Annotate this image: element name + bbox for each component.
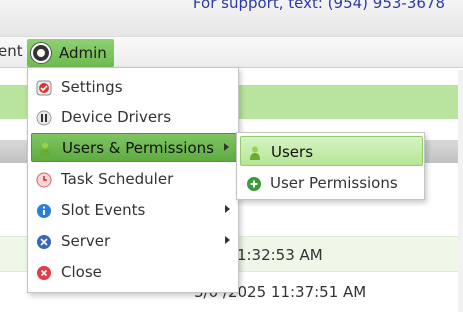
- top-header: For support, text: (954) 953-3678: [0, 0, 463, 36]
- info-icon: [37, 204, 51, 218]
- menu-item-server[interactable]: Server: [31, 227, 237, 256]
- close-icon: [37, 266, 51, 280]
- gear-icon: [31, 43, 51, 63]
- menubar-item-admin[interactable]: Admin: [27, 39, 114, 67]
- menu-item-label: Slot Events: [61, 201, 146, 219]
- chevron-right-icon: [225, 205, 230, 213]
- menu-item-label: Close: [61, 263, 102, 281]
- menu-item-label: Device Drivers: [61, 108, 172, 126]
- submenu-item-label: Users: [271, 143, 314, 161]
- submenu-item-user-permissions[interactable]: User Permissions: [240, 168, 423, 198]
- admin-dropdown-menu: Settings Device Drivers Users & Permissi…: [27, 67, 239, 293]
- menu-item-settings[interactable]: Settings: [31, 73, 237, 102]
- chevron-right-icon: [224, 143, 229, 151]
- clock-icon: [36, 172, 52, 188]
- menubar-item-admin-label: Admin: [59, 44, 107, 62]
- user-icon: [250, 146, 260, 160]
- menu-item-label: Server: [61, 232, 111, 250]
- menu-item-users-permissions[interactable]: Users & Permissions: [31, 133, 237, 162]
- menu-item-slot-events[interactable]: Slot Events: [31, 196, 237, 225]
- submenu-item-label: User Permissions: [270, 174, 398, 192]
- menu-item-device-drivers[interactable]: Device Drivers: [31, 103, 237, 132]
- menu-item-task-scheduler[interactable]: Task Scheduler: [31, 165, 237, 194]
- user-icon: [40, 142, 50, 156]
- submenu-item-users[interactable]: Users: [240, 136, 423, 166]
- users-permissions-submenu: Users User Permissions: [236, 132, 425, 200]
- chevron-right-icon: [225, 236, 230, 244]
- settings-check-icon: [36, 80, 52, 96]
- device-drivers-icon: [36, 110, 52, 126]
- menu-item-label: Settings: [61, 78, 123, 96]
- add-icon: [247, 177, 261, 191]
- menu-item-close[interactable]: Close: [31, 258, 237, 287]
- menu-item-label: Users & Permissions: [62, 139, 214, 157]
- menu-item-label: Task Scheduler: [61, 170, 174, 188]
- support-text: For support, text: (954) 953-3678: [192, 0, 445, 12]
- main-menubar: ent Admin: [0, 36, 463, 68]
- menubar-item-previous[interactable]: ent: [0, 42, 23, 60]
- server-icon: [37, 235, 51, 249]
- scroll-gutter: [458, 70, 463, 312]
